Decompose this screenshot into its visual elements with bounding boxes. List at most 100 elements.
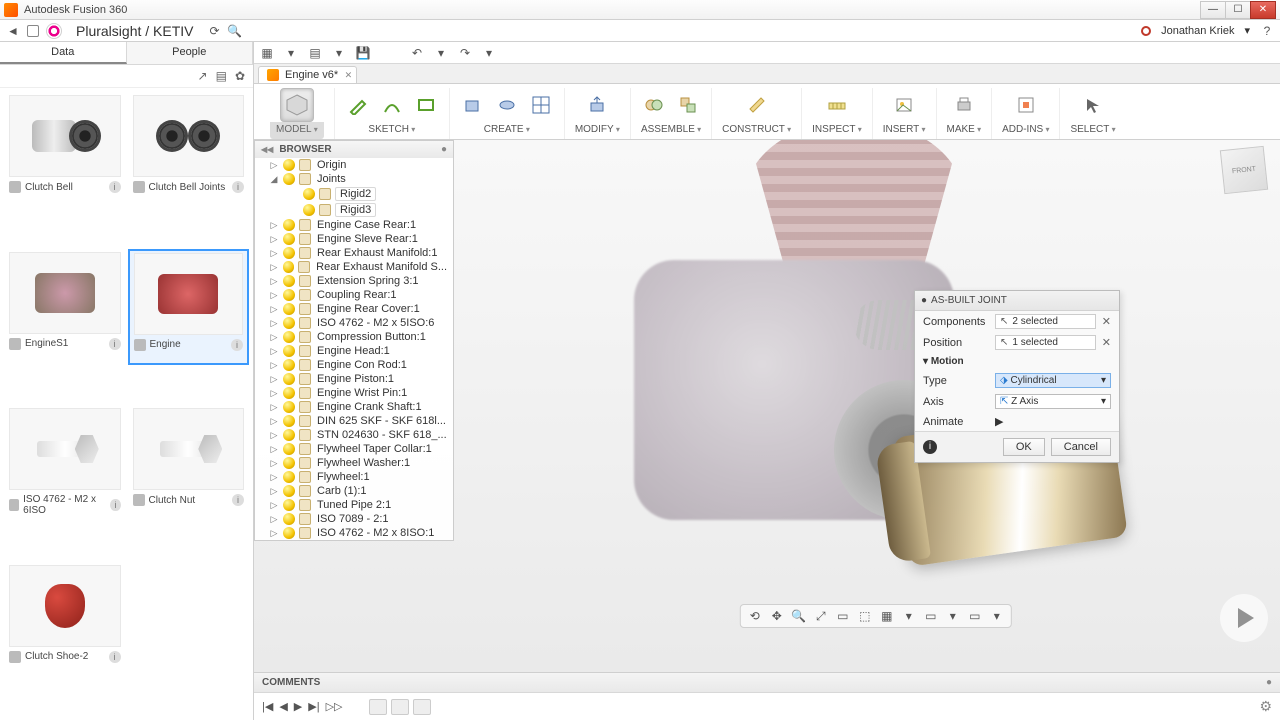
tree-node[interactable]: ▷Coupling Rear:1 bbox=[255, 288, 453, 302]
maximize-button[interactable]: ☐ bbox=[1225, 1, 1251, 19]
file-icon[interactable]: ▤ bbox=[308, 46, 322, 60]
visibility-icon[interactable] bbox=[283, 345, 295, 357]
expand-icon[interactable]: ▷ bbox=[269, 332, 279, 343]
expand-icon[interactable]: ▷ bbox=[269, 430, 279, 441]
nav-tool-5[interactable]: ⬚ bbox=[855, 607, 875, 625]
components-selector[interactable]: ↖2 selected bbox=[995, 314, 1096, 329]
thumbnail-item[interactable]: Clutch Bell Jointsi bbox=[128, 92, 250, 208]
viewcube[interactable]: FRONT bbox=[1220, 146, 1268, 194]
expand-icon[interactable]: ▷ bbox=[269, 248, 279, 259]
nav-tool-8[interactable]: ▭ bbox=[921, 607, 941, 625]
timeline-first-icon[interactable]: |◀ bbox=[262, 700, 273, 713]
expand-icon[interactable]: ▷ bbox=[269, 220, 279, 231]
tree-node[interactable]: ▷Flywheel:1 bbox=[255, 470, 453, 484]
thumbnail-item[interactable]: EngineS1i bbox=[4, 249, 126, 365]
settings-icon[interactable]: ✿ bbox=[235, 69, 245, 83]
expand-icon[interactable]: ▷ bbox=[269, 458, 279, 469]
undo-drop-icon[interactable]: ▾ bbox=[434, 46, 448, 60]
tree-node[interactable]: ▷Engine Con Rod:1 bbox=[255, 358, 453, 372]
ribbon-label[interactable]: ADD-INS bbox=[1002, 122, 1049, 139]
visibility-icon[interactable] bbox=[283, 331, 295, 343]
timeline-settings-icon[interactable]: ⚙ bbox=[1259, 698, 1272, 715]
arc-icon[interactable] bbox=[379, 92, 405, 118]
nav-tool-6[interactable]: ▦ bbox=[877, 607, 897, 625]
asm2-icon[interactable] bbox=[675, 92, 701, 118]
tree-node[interactable]: ▷Engine Crank Shaft:1 bbox=[255, 400, 453, 414]
expand-icon[interactable]: ▷ bbox=[269, 346, 279, 357]
info-icon[interactable]: i bbox=[109, 651, 121, 663]
tree-node[interactable]: ▷Rear Exhaust Manifold S... bbox=[255, 260, 453, 274]
visibility-icon[interactable] bbox=[283, 233, 295, 245]
expand-icon[interactable]: ▷ bbox=[269, 360, 279, 371]
ribbon-label[interactable]: INSERT bbox=[883, 122, 926, 139]
position-selector[interactable]: ↖1 selected bbox=[995, 335, 1096, 350]
expand-icon[interactable]: ▷ bbox=[269, 514, 279, 525]
sel-icon[interactable] bbox=[1080, 92, 1106, 118]
tree-node[interactable]: ▷Rear Exhaust Manifold:1 bbox=[255, 246, 453, 260]
expand-icon[interactable]: ▷ bbox=[269, 472, 279, 483]
tree-node[interactable]: ▷Engine Sleve Rear:1 bbox=[255, 232, 453, 246]
close-button[interactable]: ✕ bbox=[1250, 1, 1276, 19]
rev-icon[interactable] bbox=[494, 92, 520, 118]
save-icon[interactable]: 💾 bbox=[356, 46, 370, 60]
undo-icon[interactable]: ↶ bbox=[410, 46, 424, 60]
breadcrumb[interactable]: Pluralsight / KETIV bbox=[76, 23, 194, 39]
list-view-icon[interactable]: ▤ bbox=[216, 69, 227, 83]
pin-icon[interactable]: ● bbox=[441, 144, 447, 155]
nav-tool-7[interactable]: ▾ bbox=[899, 607, 919, 625]
tree-node[interactable]: ▷Tuned Pipe 2:1 bbox=[255, 498, 453, 512]
tree-node[interactable]: ▷ISO 4762 - M2 x 5ISO:6 bbox=[255, 316, 453, 330]
nav-tool-3[interactable]: ⤢ bbox=[811, 607, 831, 625]
measure-icon[interactable] bbox=[824, 92, 850, 118]
redo-icon[interactable]: ↷ bbox=[458, 46, 472, 60]
timeline-feature[interactable] bbox=[391, 699, 409, 715]
motion-section[interactable]: Motion bbox=[915, 353, 1119, 370]
visibility-icon[interactable] bbox=[283, 527, 295, 539]
tree-node[interactable]: ▷Engine Wrist Pin:1 bbox=[255, 386, 453, 400]
tree-node[interactable]: ▷Flywheel Washer:1 bbox=[255, 456, 453, 470]
expand-icon[interactable]: ▷ bbox=[269, 234, 279, 245]
timeline-last-icon[interactable]: ▷▷ bbox=[326, 700, 343, 713]
record-icon[interactable] bbox=[1141, 26, 1151, 36]
play-overlay-icon[interactable] bbox=[1220, 594, 1268, 642]
expand-icon[interactable]: ▷ bbox=[269, 528, 279, 539]
visibility-icon[interactable] bbox=[283, 373, 295, 385]
comments-bar[interactable]: COMMENTS ● bbox=[254, 672, 1280, 692]
tab-data[interactable]: Data bbox=[0, 42, 127, 64]
ribbon-label[interactable]: MODEL bbox=[270, 122, 324, 139]
visibility-icon[interactable] bbox=[303, 204, 315, 216]
visibility-icon[interactable] bbox=[283, 513, 295, 525]
user-dropdown-icon[interactable]: ▾ bbox=[1244, 24, 1250, 37]
animate-play-icon[interactable]: ▶ bbox=[995, 415, 1003, 428]
box-icon[interactable] bbox=[460, 92, 486, 118]
visibility-icon[interactable] bbox=[283, 415, 295, 427]
upload-icon[interactable]: ↗ bbox=[198, 69, 208, 83]
visibility-icon[interactable] bbox=[283, 359, 295, 371]
grid-icon[interactable] bbox=[528, 92, 554, 118]
expand-icon[interactable]: ▷ bbox=[269, 318, 279, 329]
browser-header[interactable]: BROWSER ● bbox=[255, 141, 453, 158]
timeline-next-icon[interactable]: ▶| bbox=[308, 700, 319, 713]
expand-icon[interactable]: ▷ bbox=[269, 486, 279, 497]
thumbnail-item[interactable]: Clutch Shoe-2i bbox=[4, 562, 126, 678]
visibility-icon[interactable] bbox=[283, 485, 295, 497]
tab-people[interactable]: People bbox=[127, 42, 254, 64]
minimize-button[interactable]: — bbox=[1200, 1, 1226, 19]
nav-tool-1[interactable]: ✥ bbox=[767, 607, 787, 625]
visibility-icon[interactable] bbox=[283, 443, 295, 455]
grid-icon[interactable]: ▦ bbox=[260, 46, 274, 60]
visibility-icon[interactable] bbox=[283, 457, 295, 469]
nav-tool-10[interactable]: ▭ bbox=[965, 607, 985, 625]
timeline-feature[interactable] bbox=[369, 699, 387, 715]
ribbon-label[interactable]: SKETCH bbox=[368, 122, 415, 139]
expand-icon[interactable]: ▷ bbox=[269, 374, 279, 385]
expand-icon[interactable]: ▷ bbox=[269, 416, 279, 427]
timeline-play-icon[interactable]: ▶ bbox=[294, 700, 302, 713]
visibility-icon[interactable] bbox=[283, 387, 295, 399]
tree-node[interactable]: ▷Origin bbox=[255, 158, 453, 172]
nav-tool-11[interactable]: ▾ bbox=[987, 607, 1007, 625]
visibility-icon[interactable] bbox=[283, 159, 295, 171]
tree-node[interactable]: ▷Engine Case Rear:1 bbox=[255, 218, 453, 232]
thumbnail-item[interactable]: Clutch Belli bbox=[4, 92, 126, 208]
thumbnail-item[interactable]: Clutch Nuti bbox=[128, 405, 250, 521]
